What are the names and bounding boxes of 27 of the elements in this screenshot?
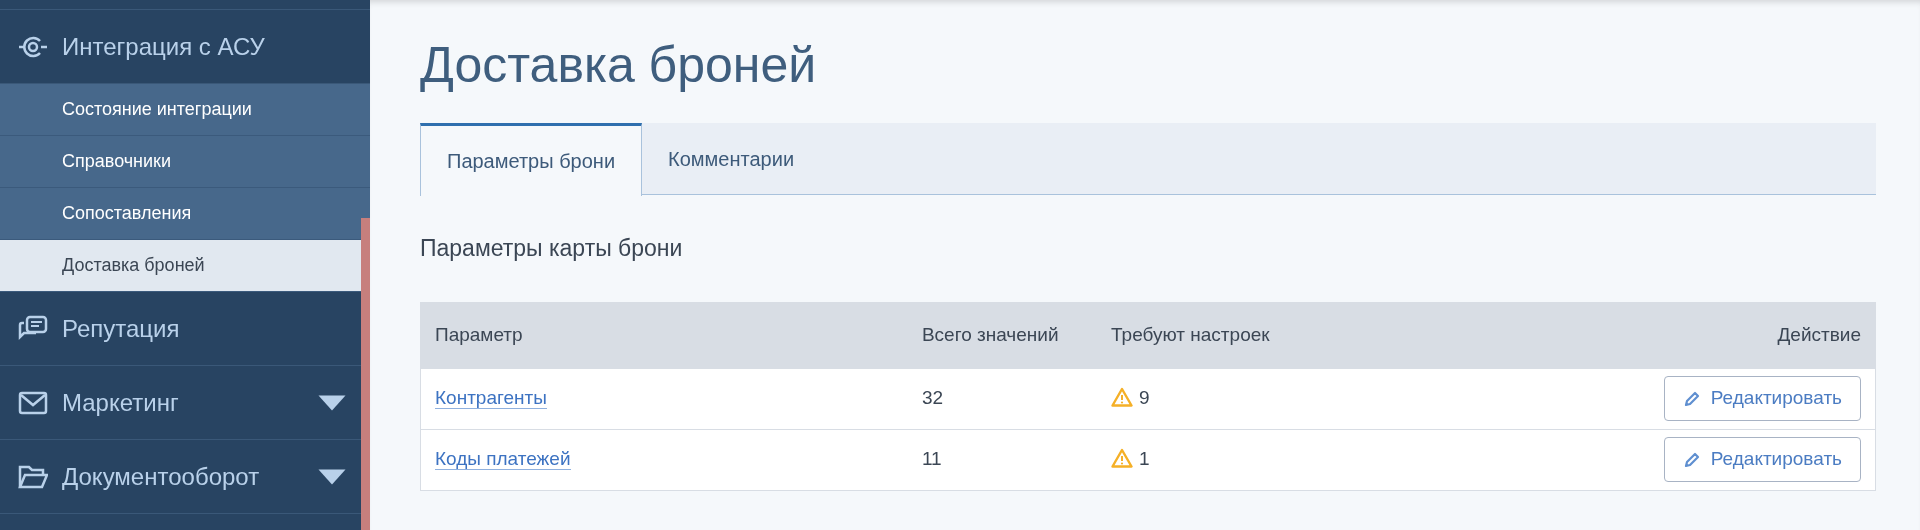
warning-icon [1111,448,1134,469]
submenu-item[interactable]: Сопоставления [0,188,370,240]
edit-button[interactable]: Редактировать [1663,376,1861,421]
section-title: Параметры карты брони [420,234,684,263]
parameter-link[interactable]: Коды платежей [435,448,571,471]
column-header: Действие [1449,302,1876,368]
page-title: Доставка броней [420,38,818,93]
submenu-item[interactable]: Состояние интеграции [0,84,370,136]
column-header: Требуют настроек [1097,302,1450,368]
tab[interactable]: Параметры брони [420,123,643,196]
pencil-icon [1682,389,1701,408]
table-cell: 11 [907,429,1098,490]
parameter-link[interactable]: Контрагенты [435,387,547,410]
sidebar-item[interactable]: Документооборот [0,440,361,514]
warning-count: 1 [1139,448,1150,470]
sidebar-item[interactable]: Маркетинг [0,366,361,440]
column-header: Всего значений [907,302,1098,368]
warning-count: 9 [1139,387,1150,409]
submenu-item[interactable]: Доставка броней [0,240,361,292]
table-cell: 32 [907,368,1098,429]
column-header: Параметр [420,302,908,368]
scroll-bar[interactable] [361,218,370,530]
submenu-item[interactable]: Справочники [0,136,370,188]
edit-button[interactable]: Редактировать [1663,437,1861,482]
warning-icon [1111,387,1134,408]
tab[interactable]: Комментарии [642,123,821,195]
pencil-icon [1682,450,1701,469]
